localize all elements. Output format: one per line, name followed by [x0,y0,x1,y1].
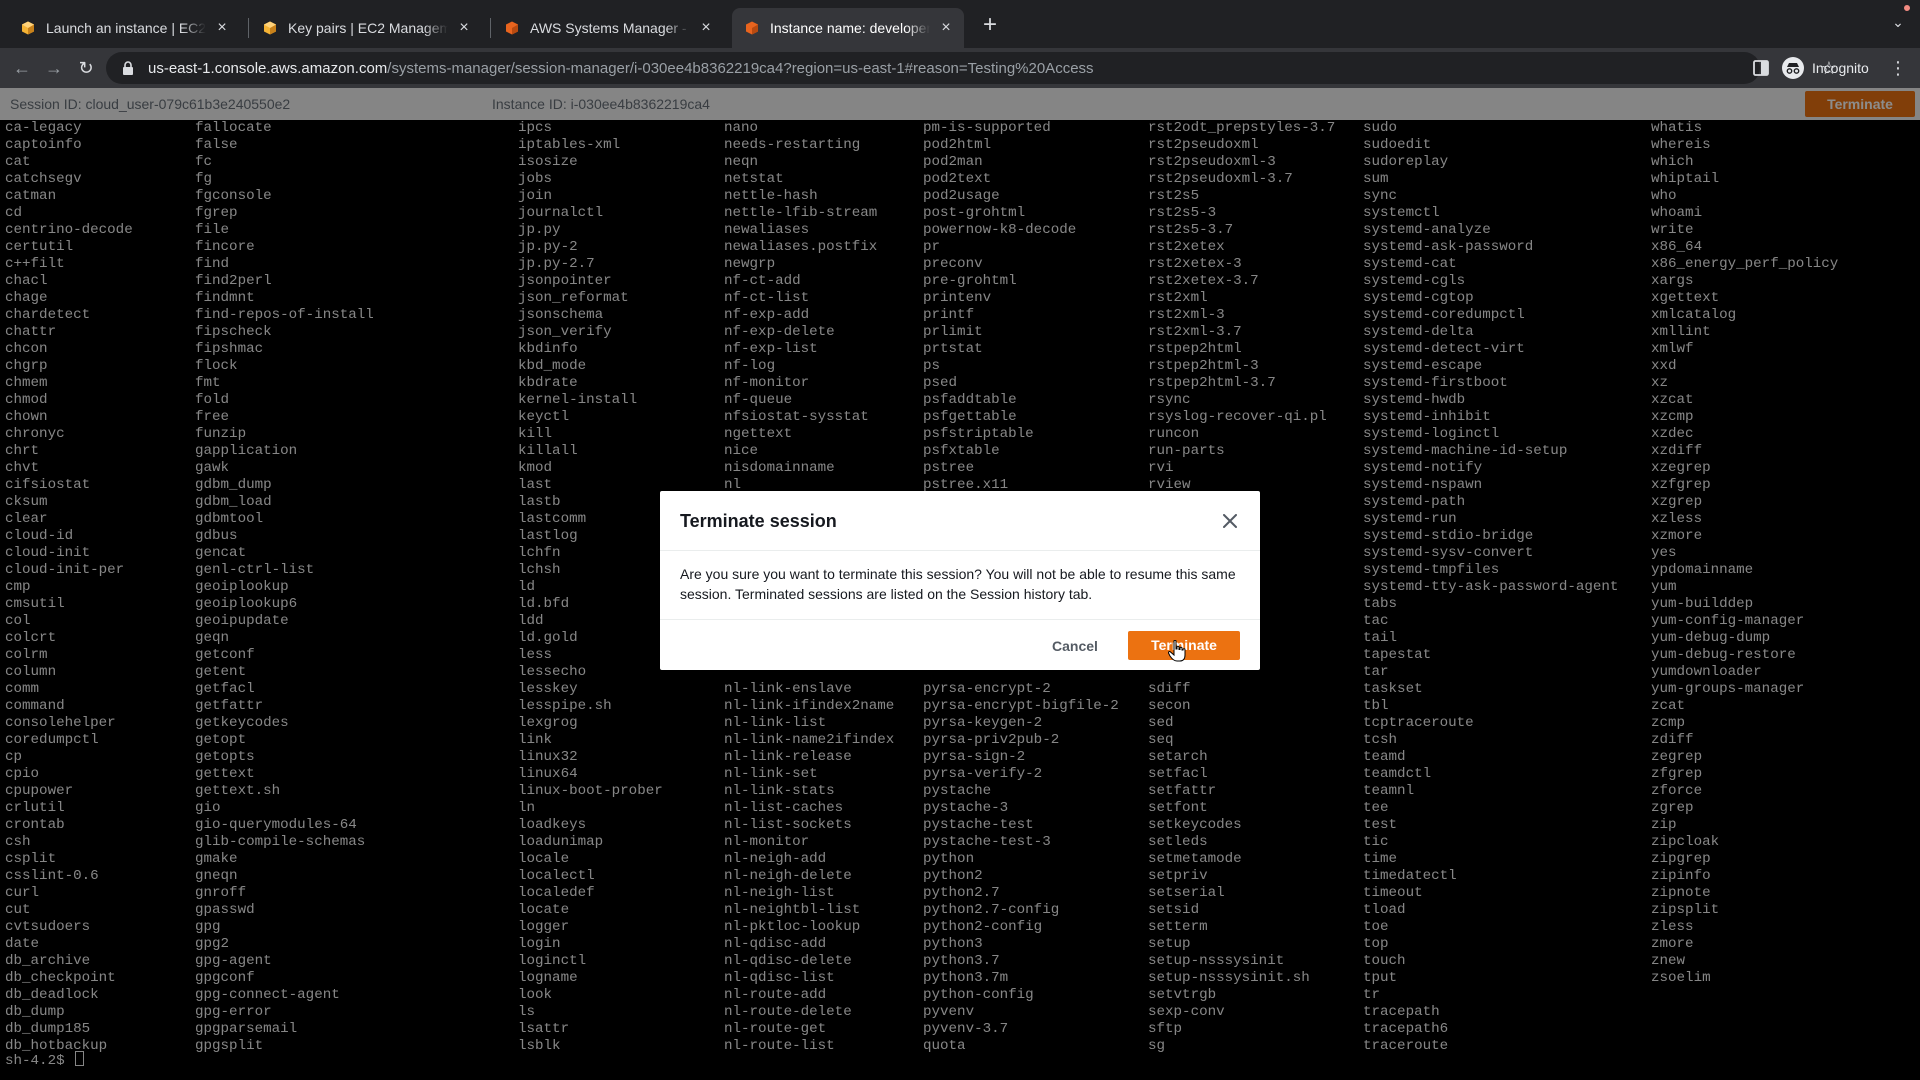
profile-label: Incognito [1812,60,1869,76]
tab-divider [248,18,249,38]
url-host: us-east-1.console.aws.amazon.com [148,59,388,77]
aws-cube-icon [262,20,278,36]
close-icon[interactable]: × [938,20,954,36]
back-arrow-icon[interactable]: ← [10,56,34,80]
browser-toolbar: ← → ↻ us-east-1.console.aws.amazon.com/s… [0,48,1920,88]
new-tab-icon[interactable]: + [976,12,1004,40]
tab-instance-session[interactable]: Instance name: developer-instance × [732,8,964,48]
mouse-pointer-icon [1167,639,1186,662]
tab-title: Launch an instance | EC2 Management Cons… [46,20,206,36]
tab-title: AWS Systems Manager - Session Manager [530,20,690,36]
browser-tab-strip: Launch an instance | EC2 Management Cons… [0,0,1920,48]
notification-dot [1904,5,1910,11]
forward-arrow-icon[interactable]: → [42,56,66,80]
close-icon[interactable]: × [698,20,714,36]
aws-systems-manager-icon [744,20,760,36]
dialog-header: Terminate session [660,491,1260,551]
close-icon[interactable] [1216,507,1244,535]
incognito-icon [1782,57,1804,79]
dialog-message: Are you sure you want to terminate this … [680,566,1236,602]
dialog-title: Terminate session [680,511,837,531]
aws-systems-manager-icon [504,20,520,36]
tab-divider [490,18,491,38]
more-menu-icon[interactable]: ⋮ [1888,56,1908,80]
tab-key-pairs[interactable]: Key pairs | EC2 Management Console × [250,8,482,48]
tab-title: Key pairs | EC2 Management Console [288,20,448,36]
incognito-profile-button[interactable]: Incognito [1782,55,1869,81]
close-icon[interactable]: × [214,20,230,36]
chevron-down-icon[interactable]: ⌄ [1888,14,1908,34]
reload-icon[interactable]: ↻ [74,56,98,80]
address-bar[interactable]: us-east-1.console.aws.amazon.com/systems… [106,52,1837,84]
url-text: us-east-1.console.aws.amazon.com/systems… [148,60,1094,77]
lock-icon[interactable] [120,60,136,76]
aws-cube-icon [20,20,36,36]
tab-systems-manager[interactable]: AWS Systems Manager - Session Manager × [492,8,724,48]
url-path: /systems-manager/session-manager/i-030ee… [387,59,1094,77]
side-panel-icon[interactable] [1750,57,1772,79]
close-icon[interactable]: × [456,20,472,36]
tab-launch-instance[interactable]: Launch an instance | EC2 Management Cons… [8,8,240,48]
tab-title: Instance name: developer-instance [770,20,930,36]
cancel-button[interactable]: Cancel [1038,632,1112,660]
